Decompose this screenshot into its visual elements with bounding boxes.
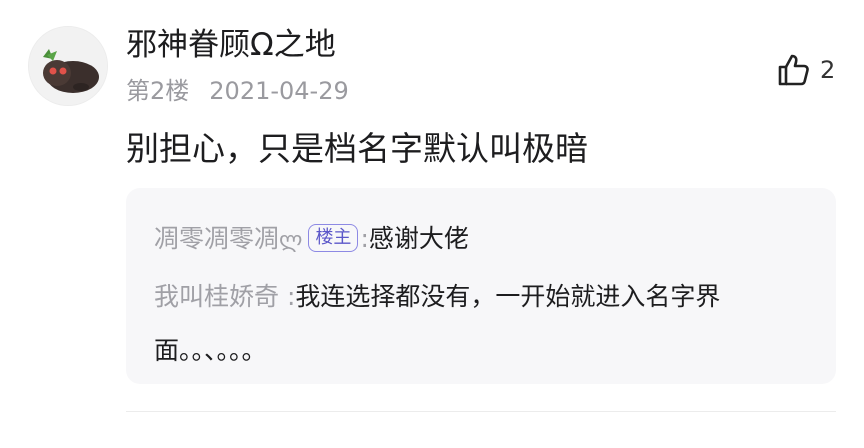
thumbs-up-icon (778, 54, 809, 86)
divider (126, 411, 836, 412)
reply-author[interactable]: 我叫桂娇奇 (154, 282, 279, 311)
comment-content: 别担心，只是档名字默认叫极暗 (126, 129, 588, 168)
floor-number: 第2楼 (126, 77, 190, 105)
author-decoration: ლ (279, 228, 303, 253)
reply-item[interactable]: 凋零凋零凋ლ 楼主:感谢大佬 (154, 212, 808, 268)
like-count: 2 (820, 56, 836, 84)
comment-author-name[interactable]: 邪神眷顾Ω之地 (126, 24, 336, 66)
reply-list[interactable]: 凋零凋零凋ლ 楼主:感谢大佬 我叫桂娇奇 :我连选择都没有，一开始就进入名字界面。… (126, 188, 836, 384)
reply-author[interactable]: 凋零凋零凋 (154, 224, 279, 253)
comment-date: 2021-04-29 (209, 77, 349, 105)
reply-text: 感谢大佬 (368, 224, 469, 253)
reply-item[interactable]: 我叫桂娇奇 :我连选择都没有，一开始就进入名字界面。。、。。。 (154, 270, 808, 378)
like-button[interactable]: 2 (776, 50, 835, 90)
avatar-image (29, 27, 107, 105)
owner-badge: 楼主 (308, 224, 359, 252)
reply-separator: : (360, 224, 369, 253)
avatar[interactable] (28, 26, 108, 106)
comment-page: 邪神眷顾Ω之地 第2楼 2021-04-29 2 别担心，只是档名字默认叫极暗 凋… (0, 0, 864, 448)
comment-meta: 第2楼 2021-04-29 (126, 74, 349, 108)
reply-separator: : (279, 282, 296, 311)
